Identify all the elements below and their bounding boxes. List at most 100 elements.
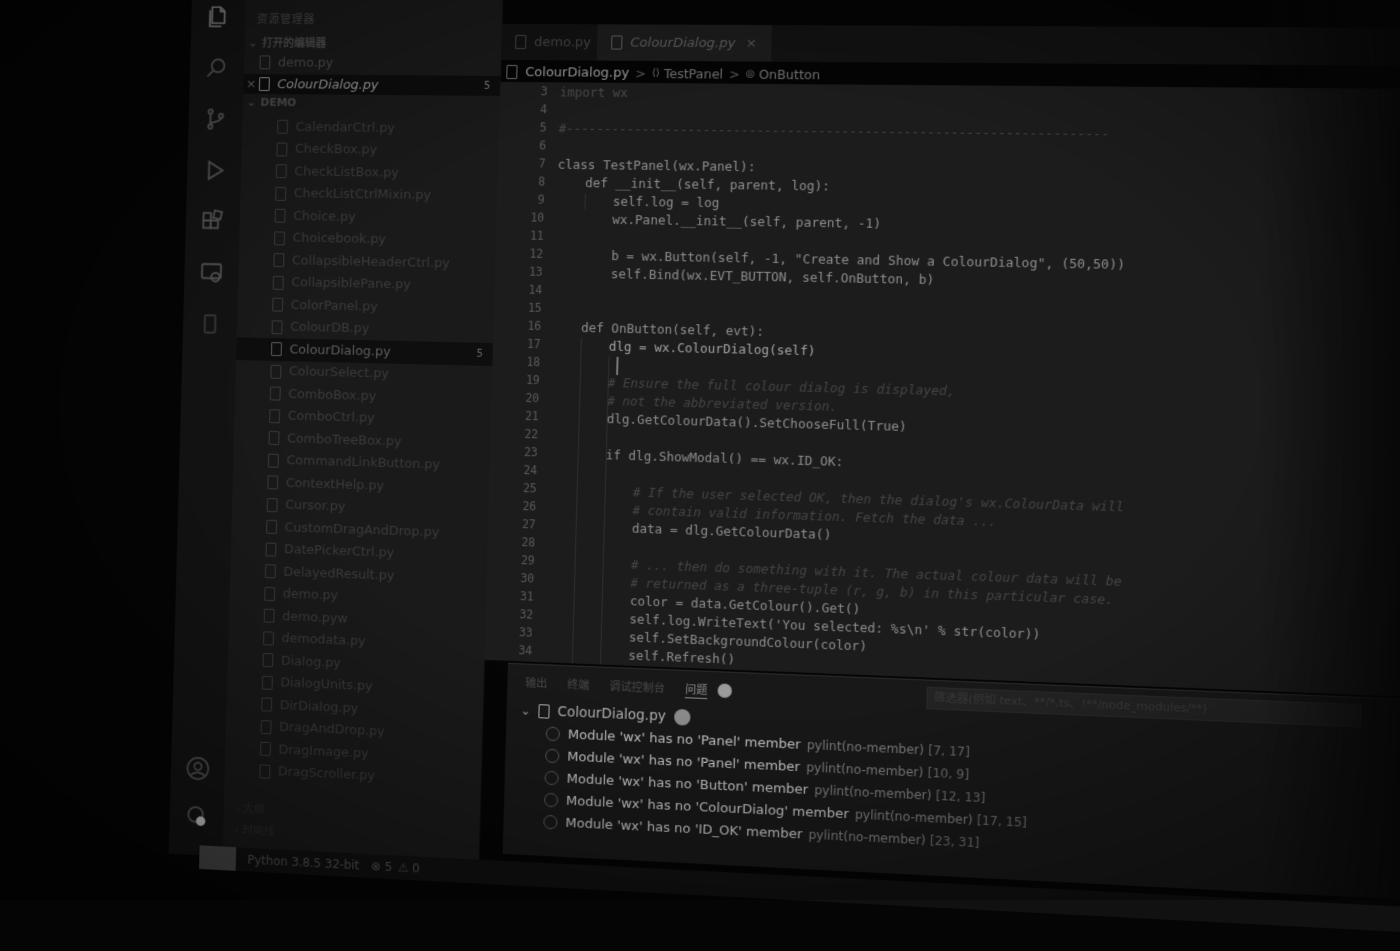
line-number: 24: [489, 462, 537, 477]
line-number: 25: [489, 480, 537, 495]
line-number: 4: [499, 102, 547, 116]
files-icon[interactable]: [205, 3, 233, 31]
close-icon[interactable]: ×: [243, 77, 259, 92]
code-area[interactable]: import wx#------------------------------…: [544, 82, 1400, 697]
file-tree-label: CustomDragAndDrop.py: [284, 520, 439, 540]
timeline-header[interactable]: › 时间线: [235, 822, 275, 840]
run-debug-icon[interactable]: [200, 156, 228, 184]
code-line: dlg = wx.ColourDialog(self): [609, 339, 816, 362]
file-tree-label: ColourDialog.py: [289, 342, 391, 359]
problems-count-badge: [717, 683, 732, 698]
editor-tab-bar: demo.py ColourDialog.py ×: [501, 24, 1400, 66]
file-tree-label: CalendarCtrl.py: [295, 120, 395, 136]
problems-panel: 输出 终端 调试控制台 问题 筛选器(例如 text、**/*.ts、!**/n…: [503, 663, 1400, 901]
open-editor-item[interactable]: demo.py: [244, 52, 501, 74]
remote-indicator[interactable]: [199, 845, 236, 871]
breadcrumb-method[interactable]: OnButton: [759, 66, 821, 82]
file-icon: [274, 231, 285, 245]
folder-header[interactable]: ⌄DEMO: [243, 96, 500, 116]
line-number: 3: [500, 84, 548, 98]
file-tree-label: DragImage.py: [278, 742, 368, 761]
breadcrumb-separator: >: [635, 65, 646, 80]
line-number: 10: [496, 210, 544, 225]
file-icon: [275, 209, 286, 223]
close-icon[interactable]: ×: [745, 36, 757, 51]
explorer-title: 资源管理器: [257, 11, 316, 27]
settings-icon[interactable]: [183, 801, 211, 830]
file-icon: [259, 764, 270, 778]
file-tree-label: DragScroller.py: [278, 765, 375, 784]
line-number: 33: [485, 624, 533, 640]
problem-location: [23, 31]: [930, 833, 980, 850]
warning-count[interactable]: ⚠ 0: [398, 860, 420, 875]
text-cursor: [616, 357, 619, 375]
file-tree-label: ColorPanel.py: [291, 298, 378, 315]
code-line: [553, 301, 554, 319]
file-icon: [272, 298, 283, 312]
search-icon[interactable]: [203, 54, 231, 82]
remote-icon[interactable]: [198, 259, 226, 287]
line-number: 6: [498, 138, 546, 153]
account-icon[interactable]: [184, 754, 212, 783]
file-tree-label: ComboBox.py: [288, 387, 376, 404]
file-icon: [270, 365, 281, 379]
problem-source: pylint(no-member): [855, 807, 973, 827]
code-line: [552, 355, 553, 373]
line-number: 7: [498, 156, 546, 171]
file-tree-label: DragAndDrop.py: [279, 720, 385, 740]
warning-icon: [543, 815, 557, 830]
open-editors-header[interactable]: ⌄打开的编辑器: [244, 35, 501, 54]
tab-debug-console[interactable]: 调试控制台: [609, 678, 665, 696]
source-control-icon[interactable]: [202, 105, 230, 133]
file-tree-label: CollapsiblePane.py: [291, 275, 411, 292]
chevron-down-icon: ⌄: [247, 96, 261, 109]
file-icon: [262, 675, 273, 689]
test-icon[interactable]: [196, 310, 224, 338]
breadcrumb-file[interactable]: ColourDialog.py: [525, 65, 629, 81]
file-tree-item[interactable]: CheckBox.py: [242, 138, 499, 163]
file-icon: [263, 631, 274, 645]
breadcrumb-class[interactable]: TestPanel: [664, 66, 724, 82]
outline-header[interactable]: › 大纲: [235, 800, 264, 817]
indent-guide: [585, 193, 586, 209]
line-number: 27: [488, 516, 536, 532]
file-tree-label: CheckListCtrlMixin.py: [294, 186, 432, 203]
problem-location: [12, 13]: [936, 789, 986, 806]
tab-demo[interactable]: demo.py: [501, 24, 606, 61]
warning-icon: [545, 749, 559, 764]
problem-count-badge: 5: [476, 348, 483, 359]
file-icon: [267, 476, 278, 490]
line-number: 18: [492, 354, 540, 369]
file-tree-item[interactable]: CalendarCtrl.py: [242, 115, 499, 140]
file-icon: [272, 320, 283, 334]
line-number: 20: [491, 390, 539, 405]
python-interpreter[interactable]: Python 3.8.5 32-bit: [247, 853, 359, 873]
tab-output[interactable]: 输出: [525, 675, 547, 692]
open-editor-item-active[interactable]: × ColourDialog.py 5: [243, 74, 500, 96]
problem-source: pylint(no-member): [808, 828, 926, 848]
tab-colourdialog[interactable]: ColourDialog.py ×: [597, 24, 772, 61]
code-line: [558, 139, 559, 157]
indent-guide: [572, 338, 582, 669]
problem-source: pylint(no-member): [806, 760, 924, 780]
file-icon: [269, 409, 280, 423]
file-icon: [261, 698, 272, 712]
breadcrumb: ColourDialog.py > ⟨⟩ TestPanel > ◎ OnBut…: [506, 62, 820, 84]
file-icon: [271, 342, 282, 356]
line-number: 13: [495, 264, 543, 279]
code-line: [554, 283, 555, 301]
tab-problems[interactable]: 问题: [685, 681, 708, 699]
file-icon: [260, 742, 271, 756]
code-line: [555, 229, 556, 247]
line-number: 32: [485, 606, 533, 622]
tab-terminal[interactable]: 终端: [567, 676, 589, 693]
code-editor[interactable]: 3456789101112131415161718192021222324252…: [484, 82, 1400, 698]
code-line: if dlg.ShowModal() == wx.ID_OK:: [605, 447, 843, 472]
error-count[interactable]: ⊗ 5: [371, 859, 392, 874]
warning-icon: [544, 771, 558, 786]
file-tree: CalendarCtrl.pyCheckBox.pyCheckListBox.p…: [225, 115, 500, 792]
problem-location: [17, 15]: [977, 813, 1027, 830]
extensions-icon[interactable]: [199, 208, 227, 236]
problems-filter-input[interactable]: 筛选器(例如 text、**/*.ts、!**/node_modules/**): [926, 687, 1361, 728]
problem-location: [7, 17]: [928, 743, 970, 759]
